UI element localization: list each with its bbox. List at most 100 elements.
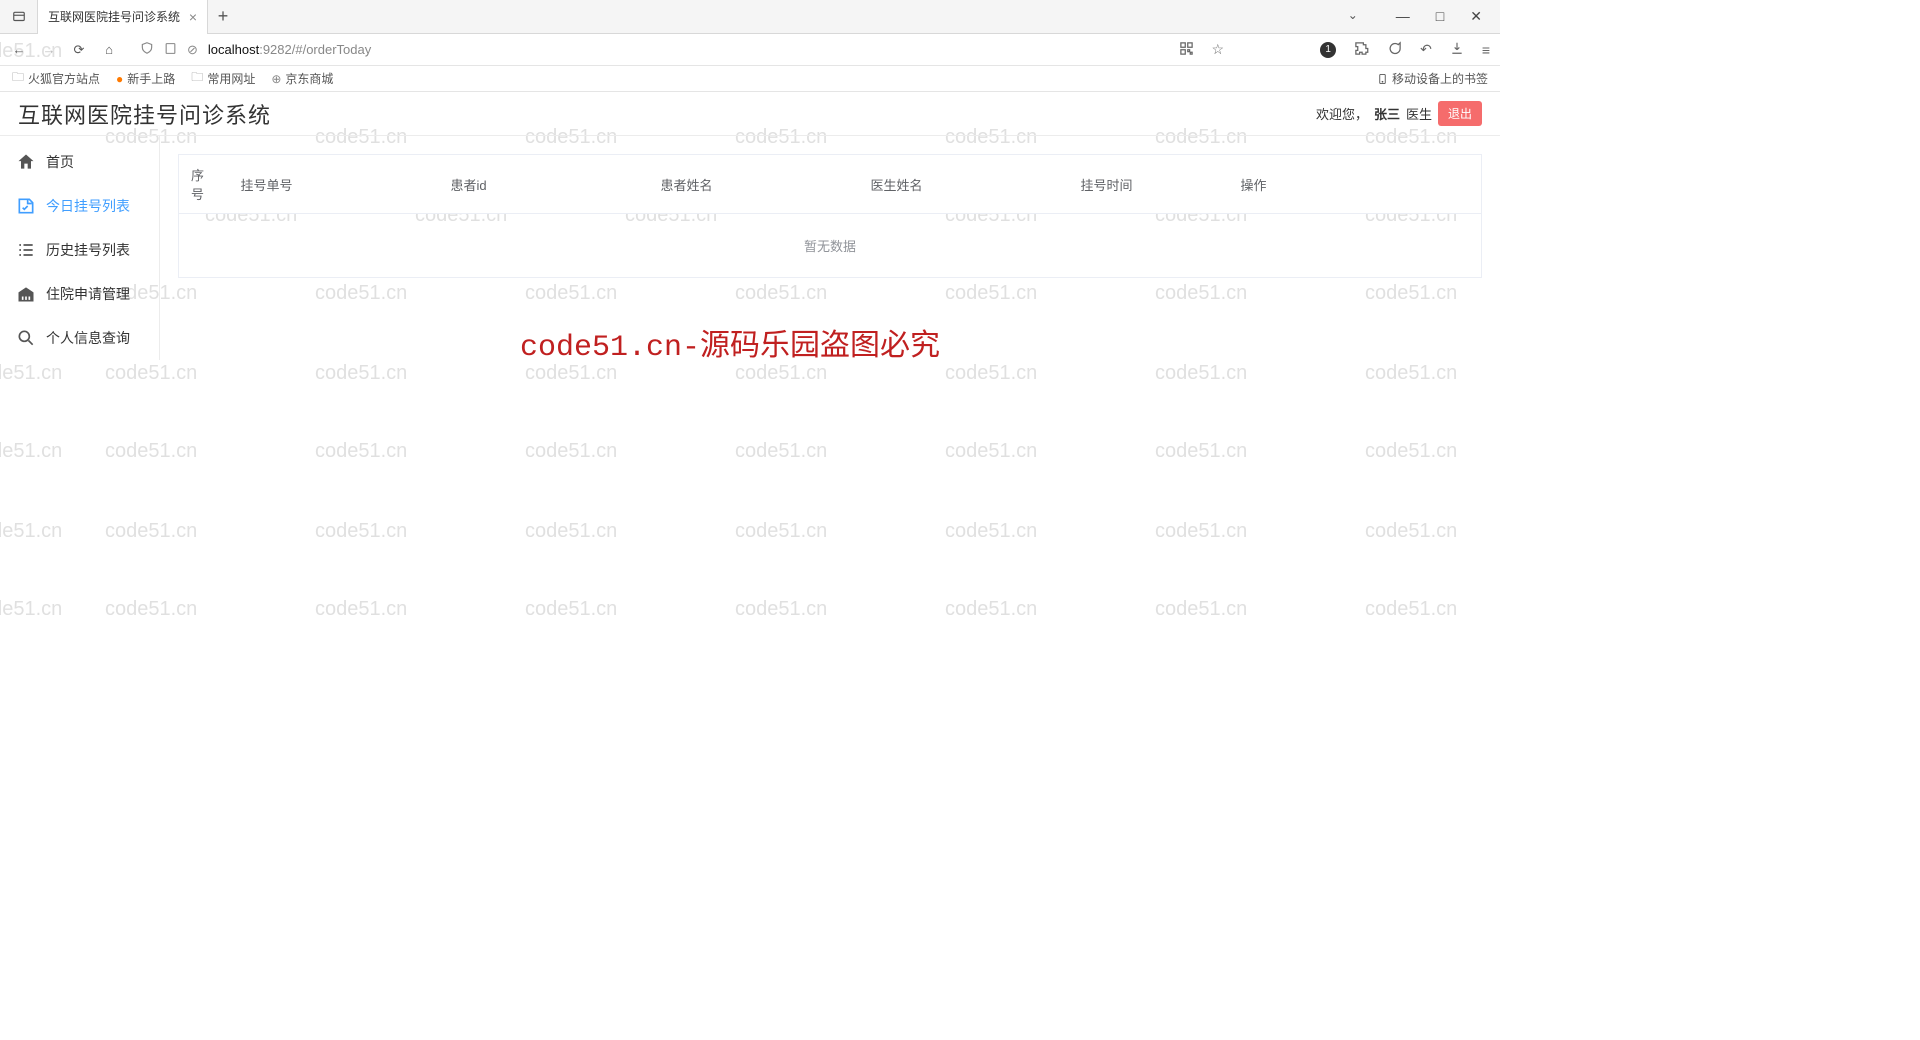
watermark: code51.cn xyxy=(945,598,1037,621)
forward-icon[interactable]: → xyxy=(40,42,58,57)
folder-icon: 🗀 xyxy=(12,68,24,89)
watermark: code51.cn xyxy=(1155,520,1247,543)
list-icon xyxy=(16,240,36,260)
watermark: code51.cn xyxy=(1365,520,1457,543)
watermark: code51.cn xyxy=(525,362,617,385)
column-header-order-no[interactable]: 挂号单号 xyxy=(229,155,439,214)
watermark: code51.cn xyxy=(735,520,827,543)
url-field[interactable]: ⊘ localhost:9282/#/orderToday xyxy=(130,41,1167,58)
building-icon xyxy=(16,284,36,304)
watermark: code51.cn xyxy=(315,440,407,463)
sidebar-item-hospitalization[interactable]: 住院申请管理 xyxy=(0,272,159,316)
url-path: :9282/#/orderToday xyxy=(259,42,371,57)
watermark: code51.cn xyxy=(735,598,827,621)
bookmark-item[interactable]: 🗀常用网址 xyxy=(191,68,255,89)
globe-icon: ⊕ xyxy=(271,72,281,86)
watermark: code51.cn xyxy=(105,520,197,543)
sidebar-item-personal-info[interactable]: 个人信息查询 xyxy=(0,316,159,360)
watermark: code51.cn xyxy=(315,598,407,621)
user-role: 医生 xyxy=(1406,104,1432,123)
logout-button[interactable]: 退出 xyxy=(1438,101,1482,126)
browser-tab-strip: 互联网医院挂号问诊系统 × + ⌄ — □ ✕ xyxy=(0,0,1500,34)
bookmark-item[interactable]: ⊕ 京东商城 xyxy=(271,70,333,87)
watermark: code51.cn xyxy=(1155,362,1247,385)
bookmark-label: 京东商城 xyxy=(285,70,333,87)
mobile-icon xyxy=(1377,72,1388,86)
chevron-down-icon[interactable]: ⌄ xyxy=(1348,8,1358,25)
extensions-icon[interactable] xyxy=(1354,41,1369,59)
watermark: code51.cn xyxy=(315,520,407,543)
folder-icon: 🗀 xyxy=(191,68,203,89)
sidebar-item-home[interactable]: 首页 xyxy=(0,140,159,184)
tab-list-button[interactable] xyxy=(0,0,38,34)
watermark: code51.cn xyxy=(1365,598,1457,621)
column-header-patient-id[interactable]: 患者id xyxy=(439,155,649,214)
download-icon[interactable] xyxy=(1450,41,1464,58)
bookmark-label: 火狐官方站点 xyxy=(28,70,100,87)
sidebar-item-label: 今日挂号列表 xyxy=(46,196,130,216)
watermark: code51.cn xyxy=(315,362,407,385)
watermark: code51.cn xyxy=(945,440,1037,463)
watermark: code51.cn xyxy=(105,440,197,463)
qr-icon[interactable] xyxy=(1179,41,1194,59)
watermark: code51.cn xyxy=(945,520,1037,543)
close-tab-icon[interactable]: × xyxy=(189,9,197,25)
sidebar-item-label: 历史挂号列表 xyxy=(46,240,130,260)
new-tab-button[interactable]: + xyxy=(208,6,238,27)
chat-icon[interactable] xyxy=(1387,41,1402,59)
browser-tab[interactable]: 互联网医院挂号问诊系统 × xyxy=(38,0,208,34)
menu-icon[interactable]: ≡ xyxy=(1482,42,1490,58)
username: 张三 xyxy=(1374,104,1400,123)
table-empty-text: 暂无数据 xyxy=(179,214,1482,278)
reload-icon[interactable]: ⟳ xyxy=(70,42,88,58)
column-header-doctor-name[interactable]: 医生姓名 xyxy=(859,155,1069,214)
minimize-icon[interactable]: — xyxy=(1396,8,1410,25)
sidebar-item-label: 个人信息查询 xyxy=(46,328,130,348)
close-window-icon[interactable]: ✕ xyxy=(1470,8,1482,25)
orders-table: 序号 挂号单号 患者id 患者姓名 医生姓名 挂号时间 操作 暂无数据 xyxy=(178,154,1482,278)
firefox-icon: ● xyxy=(116,72,123,86)
watermark: code51.cn xyxy=(0,598,62,621)
column-header-actions[interactable]: 操作 xyxy=(1229,155,1482,214)
home-icon[interactable]: ⌂ xyxy=(100,42,118,57)
watermark: code51.cn xyxy=(735,440,827,463)
watermark: code51.cn xyxy=(0,440,62,463)
bookmarks-bar: 🗀火狐官方站点 ●新手上路 🗀常用网址 ⊕京东商城 移动设备上的书签 xyxy=(0,66,1500,92)
watermark: code51.cn xyxy=(105,598,197,621)
connection-icon[interactable]: ⊘ xyxy=(187,42,198,58)
back-icon[interactable]: ← xyxy=(10,42,28,57)
bookmark-label: 新手上路 xyxy=(127,70,175,87)
watermark: code51.cn xyxy=(945,362,1037,385)
main-content: 序号 挂号单号 患者id 患者姓名 医生姓名 挂号时间 操作 暂无数据 xyxy=(160,136,1500,360)
notification-badge[interactable]: 1 xyxy=(1320,42,1336,58)
tab-title: 互联网医院挂号问诊系统 xyxy=(48,8,180,25)
home-icon xyxy=(16,152,36,172)
sidebar-item-label: 住院申请管理 xyxy=(46,284,130,304)
column-header-seq[interactable]: 序号 xyxy=(179,155,229,214)
maximize-icon[interactable]: □ xyxy=(1436,8,1444,25)
watermark: code51.cn xyxy=(0,362,62,385)
sidebar-item-history-orders[interactable]: 历史挂号列表 xyxy=(0,228,159,272)
watermark: code51.cn xyxy=(525,440,617,463)
sidebar: 首页 今日挂号列表 历史挂号列表 住院申请管理 xyxy=(0,136,160,360)
bookmark-item[interactable]: ● 新手上路 xyxy=(116,70,175,87)
watermark: code51.cn xyxy=(1365,440,1457,463)
shield-icon[interactable] xyxy=(140,41,154,58)
url-host: localhost xyxy=(208,42,259,57)
column-header-patient-name[interactable]: 患者姓名 xyxy=(649,155,859,214)
watermark: code51.cn xyxy=(525,520,617,543)
tabs-icon xyxy=(12,10,26,24)
mobile-bookmarks[interactable]: 移动设备上的书签 xyxy=(1377,70,1488,87)
sidebar-item-today-orders[interactable]: 今日挂号列表 xyxy=(0,184,159,228)
bookmark-item[interactable]: 🗀火狐官方站点 xyxy=(12,68,100,89)
bookmark-label: 常用网址 xyxy=(207,70,255,87)
column-header-time[interactable]: 挂号时间 xyxy=(1069,155,1229,214)
watermark: code51.cn xyxy=(1155,440,1247,463)
mobile-bookmarks-label: 移动设备上的书签 xyxy=(1392,70,1488,87)
browser-address-bar: ← → ⟳ ⌂ ⊘ localhost:9282/#/orderToday ☆ … xyxy=(0,34,1500,66)
sidebar-item-label: 首页 xyxy=(46,152,74,172)
undo-icon[interactable]: ↶ xyxy=(1420,41,1432,58)
bookmark-star-icon[interactable]: ☆ xyxy=(1212,41,1225,58)
search-icon xyxy=(16,328,36,348)
app-header: 互联网医院挂号问诊系统 欢迎您， 张三 医生 退出 xyxy=(0,92,1500,136)
